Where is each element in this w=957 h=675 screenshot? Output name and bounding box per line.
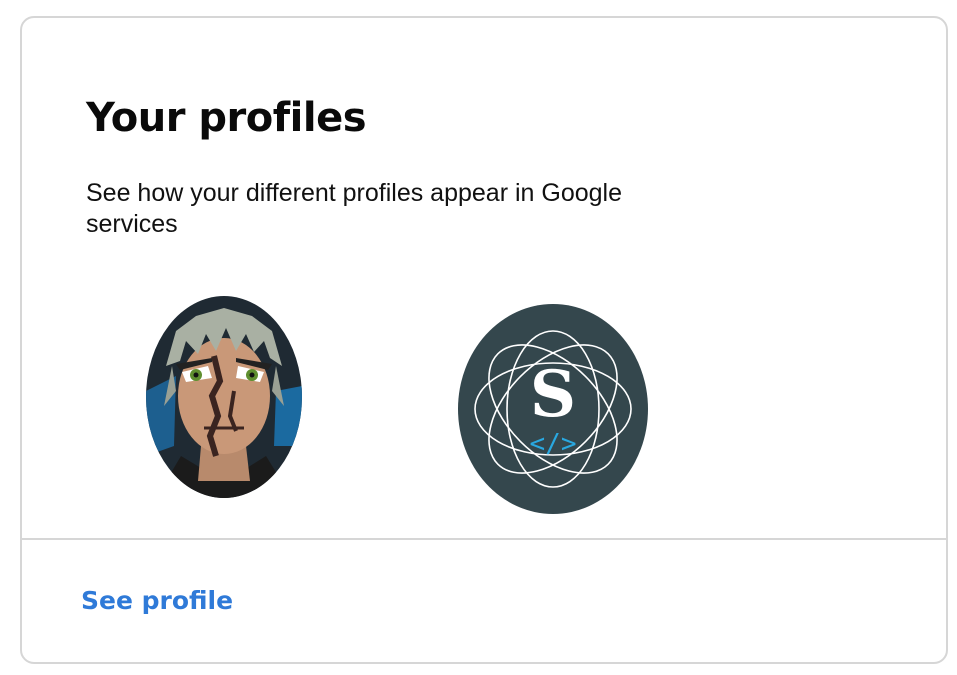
profile-avatar-logo: S </> [458, 304, 648, 514]
card-description: See how your different profiles appear i… [86, 179, 622, 238]
profile-avatar-anime [146, 296, 302, 498]
card-divider [22, 538, 946, 540]
see-profile-link[interactable]: See profile [81, 586, 233, 615]
card-title: Your profiles [86, 95, 367, 141]
s-code-logo-avatar-icon: S </> [458, 304, 648, 514]
anime-character-avatar-icon [146, 296, 302, 498]
logo-code-glyph: </> [530, 429, 577, 459]
profiles-card: Your profiles See how your different pro… [20, 16, 948, 664]
logo-letter: S [530, 357, 576, 432]
